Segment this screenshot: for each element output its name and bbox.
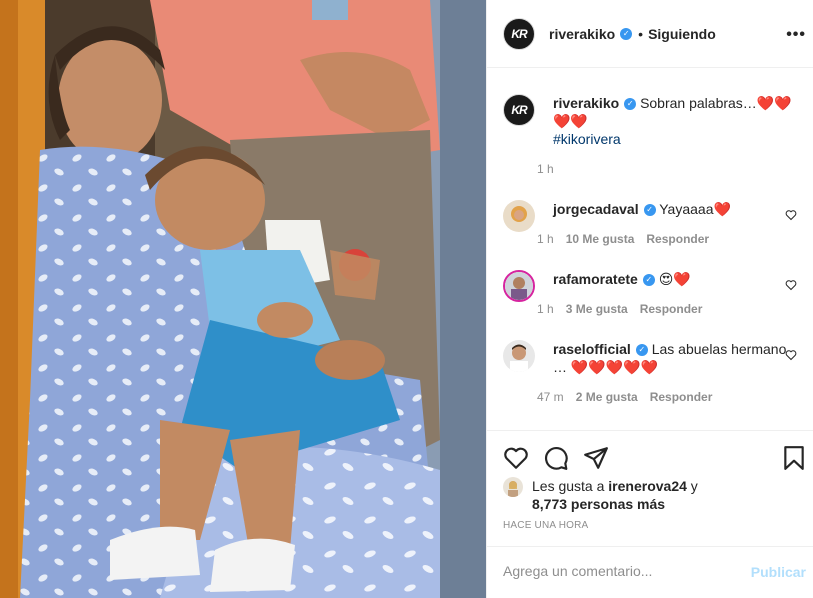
liker-username[interactable]: irenerova24: [608, 478, 687, 494]
avatar-logo-text: KR: [511, 26, 527, 41]
post-actions-bar: [487, 430, 813, 478]
likes-prefix: Les gusta a: [532, 478, 605, 494]
verified-icon: ✓: [643, 204, 656, 217]
author-username[interactable]: riverakiko: [549, 26, 615, 42]
comment-body: 😍❤️: [658, 271, 691, 287]
post-timestamp[interactable]: HACE UNA HORA: [503, 520, 588, 531]
following-button[interactable]: Siguiendo: [648, 26, 716, 42]
post-detail-panel: KR riverakiko ✓ • Siguiendo ••• KR river…: [486, 0, 813, 598]
verified-icon: ✓: [620, 27, 633, 40]
likes-count[interactable]: 8,773 personas más: [532, 496, 665, 512]
like-comment-heart-icon[interactable]: [785, 279, 797, 291]
add-comment-bar: Publicar: [487, 546, 813, 598]
comment-icon[interactable]: [543, 445, 569, 471]
commenter-avatar[interactable]: [503, 340, 535, 372]
verified-icon: ✓: [635, 344, 648, 357]
verified-icon: ✓: [624, 98, 637, 111]
comment-body: Yayaaaa❤️: [659, 201, 731, 217]
likes-conj: y: [690, 478, 698, 494]
reply-button[interactable]: Responder: [646, 232, 709, 246]
comment-likes[interactable]: 10 Me gusta: [566, 232, 635, 246]
post-header: KR riverakiko ✓ • Siguiendo •••: [487, 0, 813, 68]
caption-time[interactable]: 1 h: [537, 162, 554, 176]
comment-text: jorgecadaval ✓ Yayaaaa❤️: [553, 200, 799, 218]
publish-button[interactable]: Publicar: [751, 564, 806, 580]
comment-meta: 1 h 3 Me gusta Responder: [537, 302, 702, 316]
share-icon[interactable]: [583, 445, 609, 471]
verified-icon: ✓: [642, 274, 655, 287]
more-icon[interactable]: •••: [786, 26, 806, 44]
liker-avatar[interactable]: [503, 477, 523, 497]
comment-meta: 1 h 10 Me gusta Responder: [537, 232, 709, 246]
comment-time[interactable]: 47 m: [537, 390, 564, 404]
post-caption: KR riverakiko ✓ Sobran palabras…❤️❤️❤️❤️ …: [503, 94, 803, 164]
comment-text: rafamoratete ✓ 😍❤️: [553, 270, 799, 288]
comment-meta: 47 m 2 Me gusta Responder: [537, 390, 712, 404]
heart-icon[interactable]: [503, 445, 529, 471]
comment-likes[interactable]: 2 Me gusta: [576, 390, 638, 404]
like-comment-heart-icon[interactable]: [785, 209, 797, 221]
author-avatar[interactable]: KR: [503, 17, 535, 50]
commenter-avatar[interactable]: [503, 200, 535, 232]
post-photo[interactable]: [0, 0, 486, 598]
bookmark-icon[interactable]: [781, 445, 807, 471]
separator-dot: •: [638, 25, 644, 42]
comment-input[interactable]: [503, 563, 733, 579]
caption-username[interactable]: riverakiko: [553, 95, 619, 111]
commenter-avatar[interactable]: [503, 270, 535, 302]
comment-likes[interactable]: 3 Me gusta: [566, 302, 628, 316]
comment-username[interactable]: jorgecadaval: [553, 201, 639, 217]
caption-body: Sobran palabras…: [640, 95, 757, 111]
comment-username[interactable]: raselofficial: [553, 341, 631, 357]
post-photo-image: [0, 0, 486, 598]
hashtag-link[interactable]: #kikorivera: [553, 131, 621, 147]
reply-button[interactable]: Responder: [640, 302, 703, 316]
comment-time[interactable]: 1 h: [537, 232, 554, 246]
comment-text: raselofficial ✓ Las abuelas hermano … ❤️❤…: [553, 340, 799, 376]
avatar-logo-text: KR: [511, 103, 527, 117]
comment-username[interactable]: rafamoratete: [553, 271, 638, 287]
caption-author-avatar[interactable]: KR: [503, 94, 535, 126]
caption-text: riverakiko ✓ Sobran palabras…❤️❤️❤️❤️ #ki…: [553, 94, 799, 148]
reply-button[interactable]: Responder: [650, 390, 713, 404]
likes-text: Les gusta a irenerova24 y 8,773 personas…: [532, 477, 802, 513]
comment-time[interactable]: 1 h: [537, 302, 554, 316]
like-comment-heart-icon[interactable]: [785, 349, 797, 361]
